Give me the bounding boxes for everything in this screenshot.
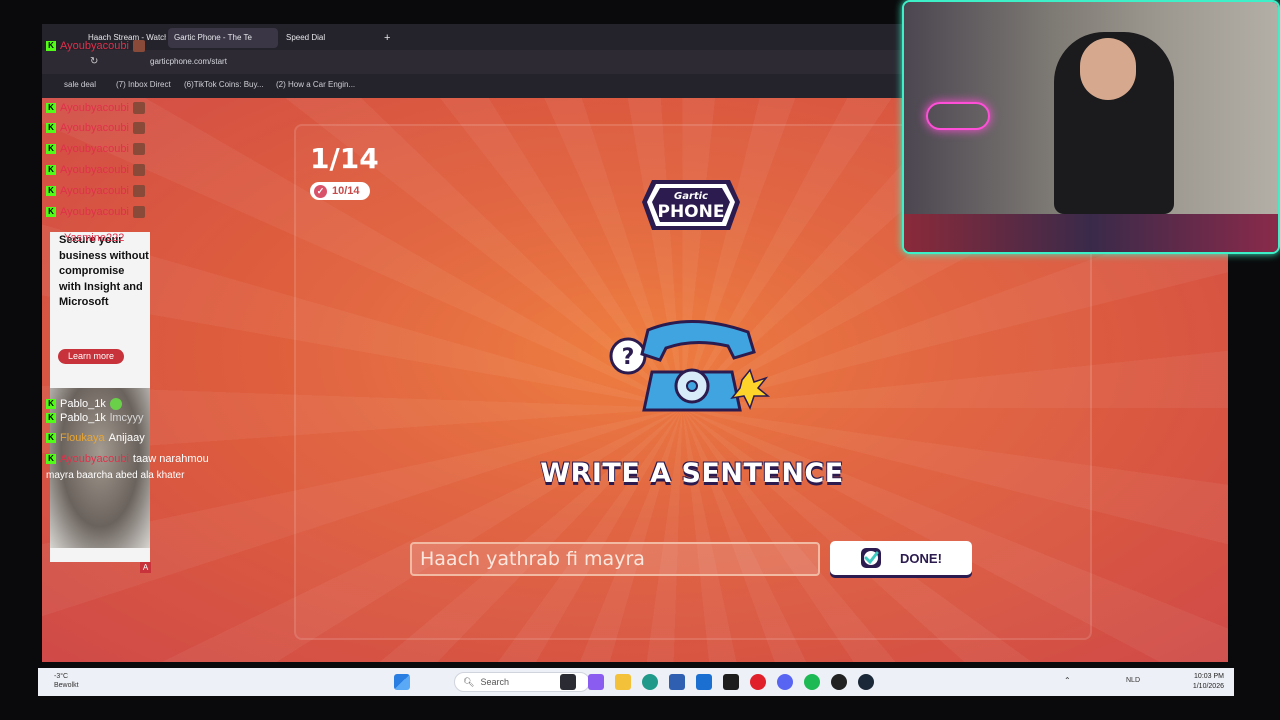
- clock-time: 10:03 PM: [1194, 673, 1224, 680]
- kick-badge-icon: K: [46, 186, 56, 196]
- language-indicator[interactable]: NLD: [1126, 677, 1140, 684]
- kick-badge-icon: K: [46, 144, 56, 154]
- chat-message: K Ayoubyacoubi: [46, 120, 145, 136]
- chat-message: K Ayoubyacoubi: [46, 204, 145, 220]
- checkmark-icon: [861, 548, 882, 568]
- logo-main-text: PHONE: [658, 202, 725, 222]
- bookmark-item[interactable]: (2) How a Car Engin...: [276, 80, 355, 89]
- new-tab-button[interactable]: +: [382, 28, 398, 48]
- webcam-video: [904, 2, 1278, 214]
- emote-icon: [132, 164, 145, 176]
- chat-message: K Pablo_1k lmcyyy: [46, 410, 143, 426]
- emote-icon: [132, 185, 145, 197]
- prompt-title: WRITE A SENTENCE: [540, 458, 844, 489]
- kick-badge-icon: K: [46, 165, 56, 175]
- chat-message: K Floukaya Anijaay: [46, 430, 145, 446]
- chat-message: K Ayoubyacoubi: [46, 100, 145, 116]
- streamer-face: [1080, 38, 1136, 100]
- system-clock[interactable]: 10:03 PM 1/10/2026: [1193, 672, 1224, 692]
- clock-date: 1/10/2026: [1192, 683, 1224, 690]
- neon-lips-sign: [926, 102, 990, 130]
- discord-icon[interactable]: [777, 674, 793, 690]
- emote-icon: [132, 122, 145, 134]
- copilot-icon[interactable]: [588, 674, 604, 690]
- done-button[interactable]: DONE!: [830, 541, 972, 575]
- done-count: 10/14: [332, 185, 360, 197]
- emote-icon: [132, 206, 145, 218]
- chat-message: Yasmine222: [64, 232, 125, 244]
- kick-badge-icon: K: [46, 454, 56, 464]
- store-icon[interactable]: [669, 674, 685, 690]
- players-done-badge: ✓ 10/14: [310, 182, 370, 200]
- logo-top-text: Gartic: [674, 191, 708, 202]
- kick-badge-icon: K: [46, 103, 56, 113]
- file-explorer-icon[interactable]: [615, 674, 631, 690]
- obs-icon[interactable]: [831, 674, 847, 690]
- gartic-phone-logo: Gartic PHONE: [642, 180, 740, 230]
- task-view-icon[interactable]: [560, 674, 576, 690]
- kick-badge-icon: K: [46, 399, 56, 409]
- stream-chat: K Ayoubyacoubi K Ayoubyacoubi K Ayoubyacoub…: [46, 28, 246, 568]
- kick-badge-icon: K: [46, 123, 56, 133]
- chat-message: K Ayoubyacoubi taaw narahmou: [46, 451, 209, 467]
- search-placeholder: Search: [480, 677, 509, 687]
- windows-start-icon[interactable]: [394, 674, 410, 690]
- steam-icon[interactable]: [858, 674, 874, 690]
- chat-message: K Ayoubyacoubi: [46, 38, 145, 54]
- svg-text:?: ?: [622, 345, 635, 370]
- telephone-icon: ?: [609, 319, 771, 412]
- weather-temp: -3°C: [54, 673, 69, 680]
- kick-badge-icon: K: [46, 41, 56, 51]
- spotify-icon[interactable]: [804, 674, 820, 690]
- search-icon: 🔍︎: [463, 676, 475, 687]
- edge-icon[interactable]: [642, 674, 658, 690]
- webcam-frame-strip: [904, 214, 1278, 252]
- chevron-up-icon[interactable]: ⌃: [1064, 676, 1071, 685]
- emote-icon: [132, 143, 145, 155]
- emote-icon: [132, 102, 145, 114]
- done-button-label: DONE!: [900, 550, 942, 566]
- chat-message-continuation: mayra baarcha abed ala khater: [46, 469, 185, 481]
- chat-message: K Ayoubyacoubi: [46, 162, 145, 178]
- webcam-overlay: [902, 0, 1280, 254]
- round-counter: 1/14: [310, 142, 379, 175]
- kick-app-icon[interactable]: [723, 674, 739, 690]
- kick-badge-icon: K: [46, 207, 56, 217]
- check-icon: ✓: [314, 184, 327, 198]
- taskbar: -3°C Bewolkt 🔍︎ Search ⌃ NLD 10:03 PM 1/…: [38, 668, 1234, 696]
- sentence-input[interactable]: [410, 542, 820, 576]
- emote-icon: [132, 40, 145, 52]
- kick-badge-icon: K: [46, 433, 56, 443]
- tab-speed-dial[interactable]: Speed Dial: [280, 28, 356, 48]
- outlook-icon[interactable]: [696, 674, 712, 690]
- weather-desc: Bewolkt: [54, 682, 79, 689]
- chat-message: K Ayoubyacoubi: [46, 183, 145, 199]
- opera-icon[interactable]: [750, 674, 766, 690]
- weather-widget[interactable]: -3°C Bewolkt: [54, 672, 79, 690]
- emote-icon: [109, 398, 122, 410]
- chat-message: K Ayoubyacoubi: [46, 141, 145, 157]
- kick-badge-icon: K: [46, 413, 56, 423]
